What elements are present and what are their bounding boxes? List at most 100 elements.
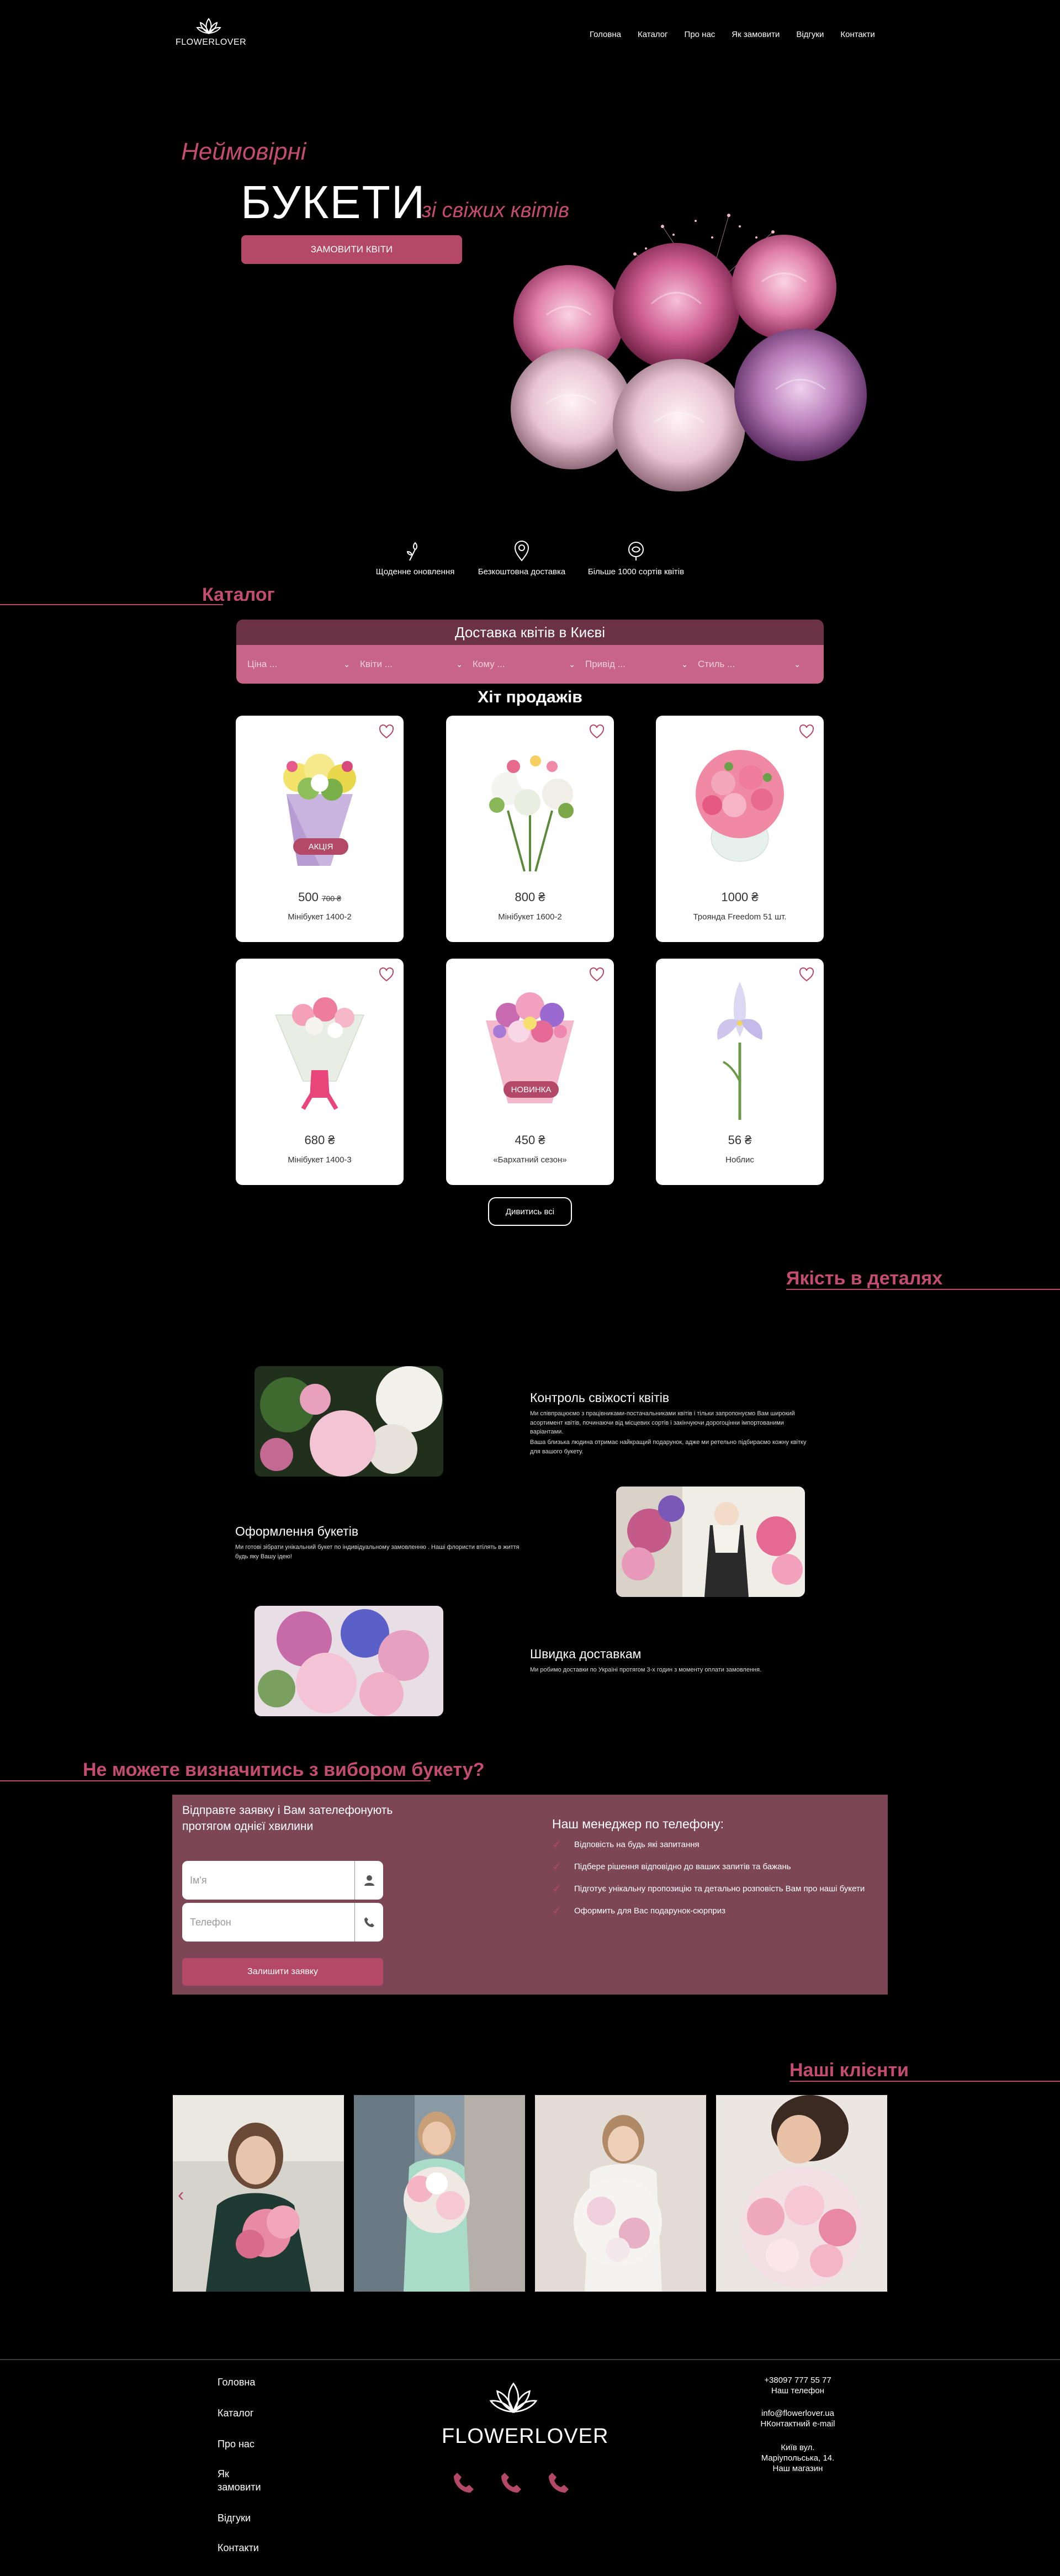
product-image — [489, 755, 574, 872]
view-all-button[interactable]: Дивитись всі — [488, 1197, 572, 1226]
phone-icon — [354, 1903, 383, 1942]
phone-input[interactable] — [182, 1903, 353, 1942]
product-price: 56 ₴ — [656, 1133, 824, 1147]
nav-home[interactable]: Головна — [590, 30, 621, 39]
name-input[interactable] — [182, 1861, 353, 1900]
product-price: 500 700 ₴ — [236, 890, 404, 904]
quality-item-title: Контроль свіжості квітів — [530, 1390, 670, 1405]
footer-address-label: Наш магазин — [772, 2463, 823, 2473]
product-price: 450 ₴ — [446, 1133, 614, 1147]
product-name[interactable]: Мінібукет 1400-2 — [236, 912, 404, 922]
price-value: 500 — [298, 890, 319, 904]
product-name[interactable]: «Бархатний сезон» — [446, 1155, 614, 1165]
nav-reviews[interactable]: Відгуки — [796, 30, 824, 39]
footer-nav-contacts[interactable]: Контакти — [218, 2541, 259, 2554]
product-name[interactable]: Мінібукет 1400-3 — [236, 1155, 404, 1165]
product-card[interactable]: АКЦІЯ 500 700 ₴ Мінібукет 1400-2 — [236, 716, 404, 942]
favorite-heart-icon[interactable] — [378, 966, 395, 983]
feature-free-delivery: Безкоштовна доставка — [467, 538, 577, 576]
client-photo — [716, 2095, 887, 2292]
product-card[interactable]: 1000 ₴ Троянда Freedom 51 шт. — [656, 716, 824, 942]
filter-occasion[interactable]: Привід ... ⌄ — [585, 659, 698, 670]
filter-label: Стиль ... — [698, 659, 735, 669]
logo-text: FLOWERLOVER — [176, 38, 247, 47]
clients-title: Наші клієнти — [789, 2060, 909, 2081]
hero-title: БУКЕТИ — [241, 176, 426, 228]
filter-label: Ціна ... — [247, 659, 278, 669]
check-icon: ✓ — [552, 1839, 561, 1851]
quality-item-title: Оформлення букетів — [235, 1524, 359, 1538]
product-name[interactable]: Троянда Freedom 51 шт. — [656, 912, 824, 922]
phone-icon[interactable] — [547, 2471, 571, 2495]
product-card[interactable]: 680 ₴ Мінібукет 1400-3 — [236, 959, 404, 1185]
product-card[interactable]: 800 ₴ Мінібукет 1600-2 — [446, 716, 614, 942]
filter-label: Привід ... — [585, 659, 626, 669]
quality-image-freshness — [255, 1366, 443, 1477]
favorite-heart-icon[interactable] — [589, 723, 605, 740]
phone-icon[interactable] — [499, 2471, 523, 2495]
name-field[interactable] — [182, 1861, 383, 1900]
footer-phone-value[interactable]: +38097 777 55 77 — [729, 2376, 867, 2386]
phone-icon[interactable] — [452, 2471, 476, 2495]
feature-label: Щоденне оновлення — [375, 567, 455, 576]
footer-email-value[interactable]: info@flowerlover.ua — [729, 2409, 867, 2419]
sale-badge: АКЦІЯ — [293, 838, 348, 855]
footer-nav-home[interactable]: Головна — [218, 2376, 255, 2389]
order-flowers-button[interactable]: ЗАМОВИТИ КВІТИ — [241, 235, 462, 264]
manager-benefit: ✓ Відповість на будь які запитання — [552, 1838, 699, 1852]
price-value: 680 ₴ — [304, 1133, 335, 1147]
nav-contacts[interactable]: Контакти — [840, 30, 875, 39]
product-name[interactable]: Мінібукет 1600-2 — [446, 912, 614, 922]
nav-about[interactable]: Про нас — [685, 30, 716, 39]
check-icon: ✓ — [552, 1883, 561, 1895]
filter-flowers[interactable]: Квіти ... ⌄ — [360, 659, 473, 670]
quality-item-text-2: Ваша близька людина отримає найкращий по… — [530, 1439, 807, 1455]
favorite-heart-icon[interactable] — [798, 966, 815, 983]
filter-price[interactable]: Ціна ... ⌄ — [247, 659, 360, 670]
client-photo — [354, 2095, 525, 2292]
product-card[interactable]: НОВИНКА 450 ₴ «Бархатний сезон» — [446, 959, 614, 1185]
footer-logo[interactable]: FLOWERLOVER — [442, 2378, 608, 2448]
footer-nav-reviews[interactable]: Відгуки — [218, 2511, 251, 2525]
footer-nav-catalog[interactable]: Каталог — [218, 2406, 253, 2420]
carousel-prev-arrow[interactable]: ‹ — [178, 2184, 184, 2206]
footer-email-label: НКонтактний e-mail — [760, 2419, 835, 2429]
quality-image-delivery — [255, 1606, 443, 1716]
favorite-heart-icon[interactable] — [378, 723, 395, 740]
submit-request-button[interactable]: Залишити заявку — [182, 1958, 383, 1986]
filter-recipient[interactable]: Кому ... ⌄ — [473, 659, 585, 670]
quality-title: Якість в деталях — [786, 1268, 943, 1289]
favorite-heart-icon[interactable] — [798, 723, 815, 740]
quality-item-text: Ми робимо доставки по Україні протягом 3… — [530, 1667, 762, 1673]
main-nav: Головна Каталог Про нас Як замовити Відг… — [590, 30, 875, 39]
client-photo — [173, 2095, 344, 2292]
check-icon: ✓ — [552, 1905, 561, 1917]
price-value: 56 ₴ — [728, 1133, 752, 1147]
filter-style[interactable]: Стиль ... ⌄ — [698, 659, 810, 670]
phone-field[interactable] — [182, 1903, 383, 1942]
nav-how-to-order[interactable]: Як замовити — [732, 30, 780, 39]
price-value: 450 ₴ — [515, 1133, 545, 1147]
favorite-heart-icon[interactable] — [589, 966, 605, 983]
hits-title: Хіт продажів — [478, 688, 582, 706]
logo[interactable]: FLOWERLOVER — [176, 17, 247, 47]
footer-nav-about[interactable]: Про нас — [218, 2437, 255, 2451]
product-card[interactable]: 56 ₴ Ноблис — [656, 959, 824, 1185]
product-price: 680 ₴ — [236, 1133, 404, 1147]
hero-line1: Неймовірні — [181, 138, 306, 165]
footer-nav-how-to-order[interactable]: Як замовити — [218, 2467, 273, 2494]
filter-label: Квіти ... — [360, 659, 393, 669]
benefit-text: Відповість на будь які запитання — [574, 1840, 699, 1849]
manager-benefit: ✓ Підготує унікальну пропозицію та деталь… — [552, 1882, 865, 1896]
quality-item-text: Ми співпрацюємо з працівниками-постачаль… — [530, 1410, 795, 1435]
benefit-text: Підбере рішення відповідно до ваших запи… — [574, 1862, 791, 1871]
quality-title-line — [786, 1289, 1060, 1290]
quality-item-text: Ми готові зібрати унікальний букет по ін… — [235, 1544, 520, 1560]
quality-item-title: Швидка доставкам — [530, 1647, 642, 1661]
manager-benefit: ✓ Підбере рішення відповідно до ваших зап… — [552, 1860, 791, 1874]
request-section-title: Не можете визначитись з вибором букету? — [83, 1759, 485, 1780]
product-name[interactable]: Ноблис — [656, 1155, 824, 1165]
location-pin-icon — [514, 541, 529, 562]
nav-catalog[interactable]: Каталог — [638, 30, 668, 39]
benefit-text: Оформить для Вас подарунок-сюрприз — [574, 1906, 725, 1916]
